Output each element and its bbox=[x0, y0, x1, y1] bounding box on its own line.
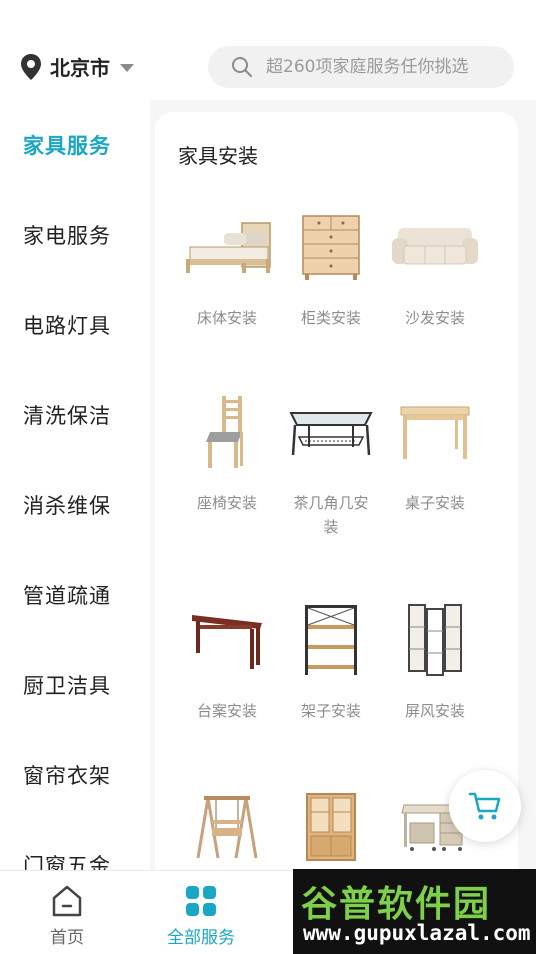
sidebar-item-curtains-racks[interactable]: 窗帘衣架 bbox=[23, 760, 111, 790]
watermark-url: www.gupuxlazal.com bbox=[303, 921, 531, 945]
sidebar-item-pipe-dredging[interactable]: 管道疏通 bbox=[23, 580, 111, 610]
shopping-cart-icon bbox=[468, 792, 501, 820]
desk-icon bbox=[400, 406, 470, 459]
sidebar-item-kitchen-bath[interactable]: 厨卫洁具 bbox=[23, 670, 111, 700]
city-selector[interactable]: 北京市 bbox=[20, 52, 134, 81]
cabinet-icon bbox=[302, 215, 360, 280]
sofa-icon bbox=[392, 228, 478, 265]
search-icon bbox=[232, 57, 252, 77]
sidebar-item-circuits-lighting[interactable]: 电路灯具 bbox=[23, 310, 111, 340]
service-item-cabinet[interactable]: 柜类安装 bbox=[279, 202, 383, 330]
service-item-sofa[interactable]: 沙发安装 bbox=[383, 202, 487, 330]
screen-icon bbox=[408, 604, 462, 676]
grid-icon bbox=[186, 886, 216, 916]
console-table-icon bbox=[192, 615, 262, 669]
tab-all-services-label: 全部服务 bbox=[167, 928, 235, 948]
service-item-bookcase[interactable] bbox=[279, 782, 383, 872]
swing-icon bbox=[196, 796, 258, 859]
sidebar-item-cleaning[interactable]: 清洗保洁 bbox=[23, 400, 111, 430]
city-label: 北京市 bbox=[50, 56, 110, 80]
tab-all-services[interactable]: 全部服务 bbox=[151, 883, 251, 948]
service-item-folding-screen[interactable]: 屏风安装 bbox=[383, 595, 487, 723]
top-header: 北京市 bbox=[0, 0, 536, 100]
service-item-shelf[interactable]: 架子安装 bbox=[279, 595, 383, 723]
sidebar-item-disinfection[interactable]: 消杀维保 bbox=[23, 490, 111, 520]
watermark-title: 谷普软件园 bbox=[301, 884, 492, 925]
bed-icon bbox=[186, 222, 271, 273]
service-item-desk[interactable]: 桌子安装 bbox=[383, 387, 487, 515]
section-title: 家具安装 bbox=[178, 144, 258, 168]
shelf-icon bbox=[305, 605, 357, 675]
location-pin-icon bbox=[21, 53, 41, 80]
service-item-swing[interactable] bbox=[175, 782, 279, 872]
service-label: 柜类安装 bbox=[300, 309, 361, 327]
chair-icon bbox=[206, 396, 243, 468]
sidebar-item-appliances[interactable]: 家电服务 bbox=[23, 220, 111, 250]
tab-home[interactable]: 首页 bbox=[17, 883, 117, 948]
service-label: 架子安装 bbox=[300, 702, 361, 720]
sidebar-item-furniture[interactable]: 家具服务 bbox=[23, 130, 111, 160]
home-icon bbox=[52, 885, 82, 917]
cart-button[interactable] bbox=[449, 770, 521, 842]
dropdown-caret-icon bbox=[120, 63, 134, 72]
service-item-coffee-table[interactable]: 茶几角几安装 bbox=[279, 387, 383, 539]
category-sidebar: 家具服务 家电服务 电路灯具 清洗保洁 消杀维保 管道疏通 厨卫洁具 窗帘衣架 … bbox=[0, 100, 150, 870]
service-item-bed[interactable]: 床体安装 bbox=[175, 202, 279, 330]
search-bar[interactable] bbox=[208, 46, 514, 88]
bookcase-icon bbox=[306, 793, 356, 861]
service-label: 床体安装 bbox=[196, 309, 257, 327]
sidebar-item-door-window-hardware[interactable]: 门窗五金 bbox=[23, 850, 111, 870]
service-card: 家具安装 床体安装 柜类安装 沙发安装 座椅安装 茶几角几安装 桌子安装 台案安… bbox=[155, 112, 518, 892]
watermark: 谷普软件园 www.gupuxlazal.com bbox=[293, 869, 536, 954]
search-input[interactable] bbox=[266, 57, 496, 77]
service-item-chair[interactable]: 座椅安装 bbox=[175, 387, 279, 515]
service-item-console-table[interactable]: 台案安装 bbox=[175, 595, 279, 723]
service-label: 茶几角几安装 bbox=[293, 494, 369, 536]
tab-home-label: 首页 bbox=[50, 928, 84, 948]
service-label: 屏风安装 bbox=[404, 702, 465, 720]
service-label: 沙发安装 bbox=[404, 309, 465, 327]
service-label: 桌子安装 bbox=[404, 494, 465, 512]
coffee-table-icon bbox=[289, 412, 373, 456]
service-label: 台案安装 bbox=[196, 702, 257, 720]
service-label: 座椅安装 bbox=[196, 494, 257, 512]
